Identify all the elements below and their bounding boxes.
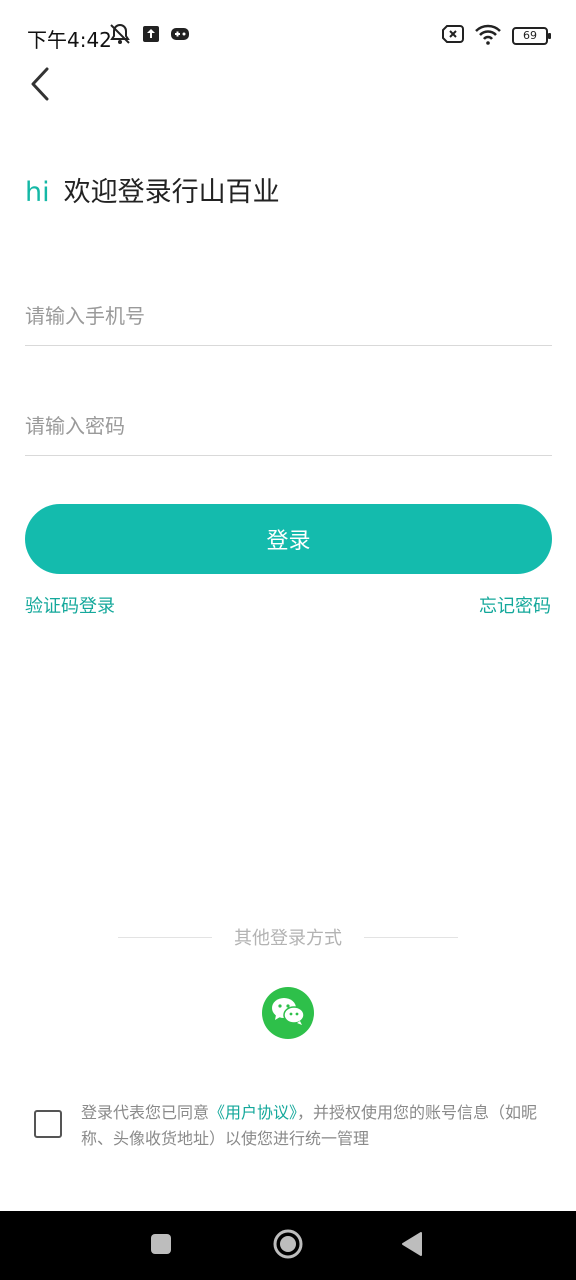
other-login-section: 其他登录方式: [0, 924, 576, 950]
divider-right: [364, 936, 458, 938]
upload-icon: [142, 25, 160, 47]
wechat-login-button[interactable]: [262, 987, 314, 1039]
agreement-text: 登录代表您已同意《用户协议》，并授权使用您的账号信息（如昵称、头像收货地址）以使…: [81, 1100, 551, 1152]
gamepad-icon: [170, 25, 190, 47]
nav-back-button[interactable]: [382, 1211, 442, 1280]
other-login-label: 其他登录方式: [234, 928, 342, 949]
agreement-prefix: 登录代表您已同意: [81, 1103, 210, 1122]
forgot-password-link[interactable]: 忘记密码: [479, 592, 551, 618]
wechat-icon: [270, 996, 306, 1030]
status-left-icons: [108, 22, 190, 50]
password-field: [25, 396, 552, 456]
greeting-hi: hi: [25, 177, 50, 208]
square-icon: [150, 1233, 172, 1259]
bell-off-icon: [108, 22, 132, 50]
password-input[interactable]: [25, 396, 552, 455]
no-sim-icon: [442, 25, 464, 47]
login-button[interactable]: 登录: [25, 504, 552, 574]
phone-field: [25, 286, 552, 346]
circle-icon: [273, 1229, 303, 1263]
back-button[interactable]: [20, 66, 60, 106]
status-bar: 下午4:42 69: [0, 0, 576, 72]
agreement: 登录代表您已同意《用户协议》，并授权使用您的账号信息（如昵称、头像收货地址）以使…: [34, 1100, 554, 1152]
page-title: 欢迎登录行山百业: [63, 177, 280, 208]
greeting: hi 欢迎登录行山百业: [25, 170, 280, 209]
chevron-left-icon: [30, 67, 50, 105]
wifi-icon: [474, 23, 502, 49]
status-time: 下午4:42: [27, 28, 112, 52]
battery-icon: 69: [512, 27, 551, 45]
recent-apps-button[interactable]: [131, 1211, 191, 1280]
triangle-back-icon: [401, 1231, 423, 1261]
sms-login-link[interactable]: 验证码登录: [25, 592, 115, 618]
agreement-checkbox[interactable]: [34, 1110, 62, 1138]
phone-input[interactable]: [25, 286, 552, 345]
status-right-icons: 69: [442, 23, 551, 49]
home-button[interactable]: [258, 1211, 318, 1280]
divider-left: [118, 936, 212, 938]
user-agreement-link[interactable]: 《用户协议》: [209, 1103, 297, 1122]
navigation-bar: [0, 1211, 576, 1280]
